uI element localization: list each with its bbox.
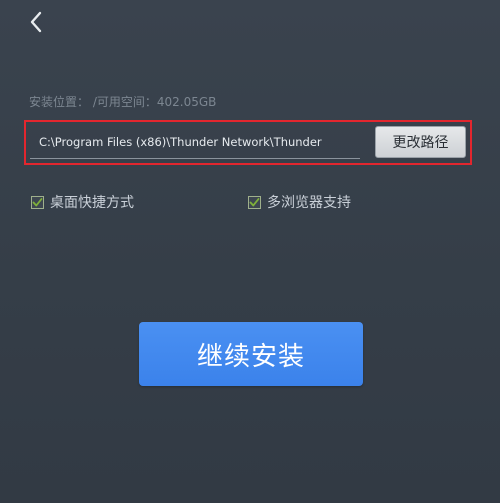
install-path-field[interactable]: C:\Program Files (x86)\Thunder Network\T… <box>30 126 360 159</box>
install-location-label: 安装位置： <box>29 95 90 109</box>
chevron-left-icon <box>30 11 42 33</box>
back-button[interactable] <box>22 8 50 36</box>
change-path-button[interactable]: 更改路径 <box>375 126 466 158</box>
desktop-shortcut-label: 桌面快捷方式 <box>50 195 134 211</box>
multi-browser-label: 多浏览器支持 <box>267 195 351 211</box>
checkmark-icon <box>249 197 260 206</box>
multi-browser-option[interactable]: 多浏览器支持 <box>248 192 351 212</box>
desktop-shortcut-checkbox[interactable] <box>31 195 44 209</box>
multi-browser-checkbox[interactable] <box>248 195 261 209</box>
desktop-shortcut-option[interactable]: 桌面快捷方式 <box>31 192 134 212</box>
free-space-label: /可用空间：402.05GB <box>92 95 217 109</box>
checkmark-icon <box>32 197 43 206</box>
install-location-info: 安装位置： /可用空间：402.05GB <box>29 93 216 110</box>
install-path-group: C:\Program Files (x86)\Thunder Network\T… <box>24 120 472 165</box>
continue-install-button[interactable]: 继续安装 <box>139 322 363 386</box>
